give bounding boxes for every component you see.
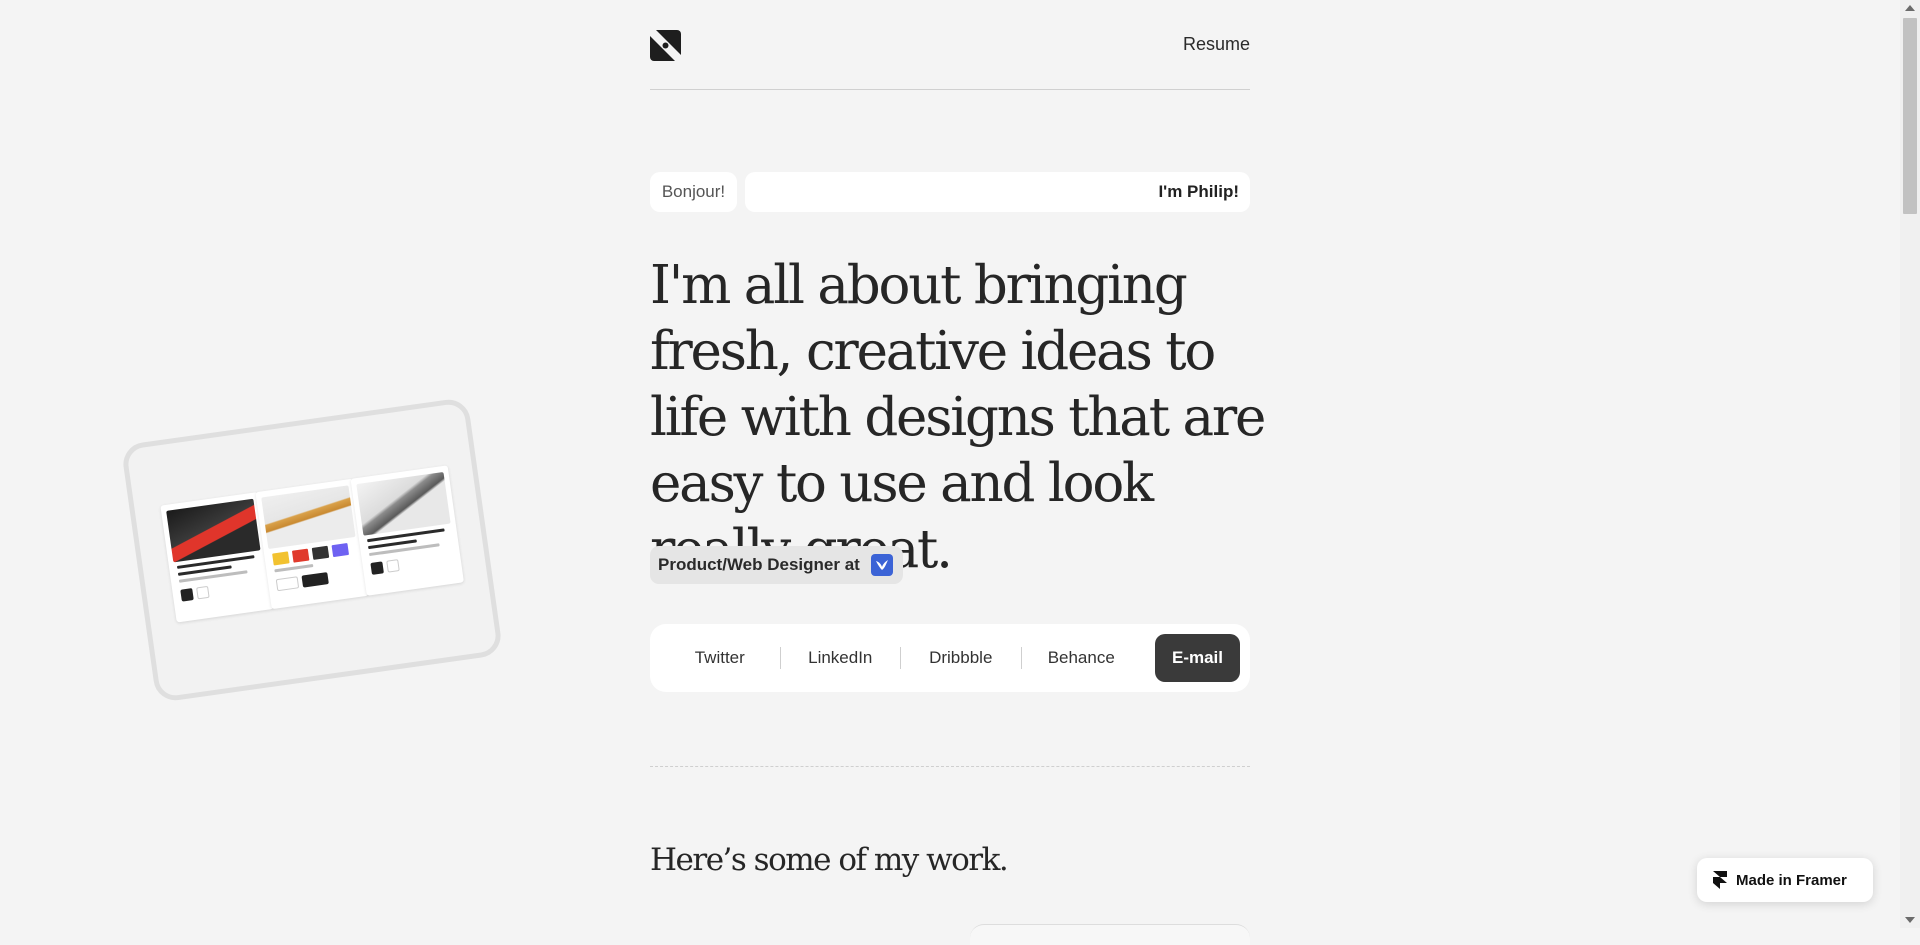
resume-link[interactable]: Resume	[1183, 34, 1250, 55]
work-card-peek[interactable]	[970, 924, 1250, 945]
black-swatch	[311, 545, 330, 560]
social-links-bar: Twitter LinkedIn Dribbble Behance E-mail	[650, 624, 1250, 692]
framer-logo-icon	[1713, 871, 1727, 889]
email-button[interactable]: E-mail	[1155, 634, 1240, 682]
silver-pen-image	[356, 471, 451, 536]
red-pen-image	[166, 498, 261, 563]
greeting-pill: Bonjour!	[650, 172, 737, 212]
mini-button	[180, 588, 194, 602]
twitter-link[interactable]: Twitter	[660, 648, 780, 668]
purple-swatch	[331, 543, 350, 558]
mini-button	[386, 559, 400, 573]
portfolio-page: Resume Bonjour! I'm Philip! I'm all abou…	[0, 0, 1900, 945]
scroll-up-arrow-icon[interactable]	[1905, 5, 1915, 11]
made-in-framer-badge[interactable]: Made in Framer	[1697, 858, 1873, 902]
dribbble-link[interactable]: Dribbble	[901, 648, 1021, 668]
section-divider	[650, 766, 1250, 767]
work-section-title: Here’s some of my work.	[650, 842, 1009, 878]
role-chip: Product/Web Designer at	[650, 546, 903, 584]
scroll-thumb[interactable]	[1903, 18, 1917, 214]
mini-button	[301, 572, 329, 588]
framer-badge-label: Made in Framer	[1736, 871, 1847, 889]
mini-button	[370, 561, 384, 575]
scroll-down-arrow-icon[interactable]	[1905, 917, 1915, 923]
mini-text-line	[274, 563, 314, 573]
linkedin-link[interactable]: LinkedIn	[781, 648, 901, 668]
mini-page-gold-pen	[255, 478, 369, 610]
bird-logo-icon[interactable]	[870, 554, 893, 576]
hero-headline: I'm all about bringing fresh, creative i…	[650, 255, 1266, 580]
yellow-swatch	[272, 551, 290, 566]
page-scrollbar[interactable]	[1900, 0, 1920, 928]
project-preview-card[interactable]	[120, 396, 504, 704]
behance-link[interactable]: Behance	[1022, 648, 1142, 668]
red-swatch	[291, 548, 310, 563]
role-label: Product/Web Designer at	[658, 555, 860, 574]
mini-button	[275, 576, 300, 592]
mini-page-enchantment	[160, 492, 274, 623]
mini-page-silver-pen	[350, 465, 464, 596]
name-pill: I'm Philip!	[745, 172, 1250, 212]
site-logo-icon[interactable]	[650, 30, 681, 61]
header-divider	[650, 89, 1250, 90]
gold-pen-image	[261, 485, 356, 550]
mini-button	[196, 585, 210, 600]
